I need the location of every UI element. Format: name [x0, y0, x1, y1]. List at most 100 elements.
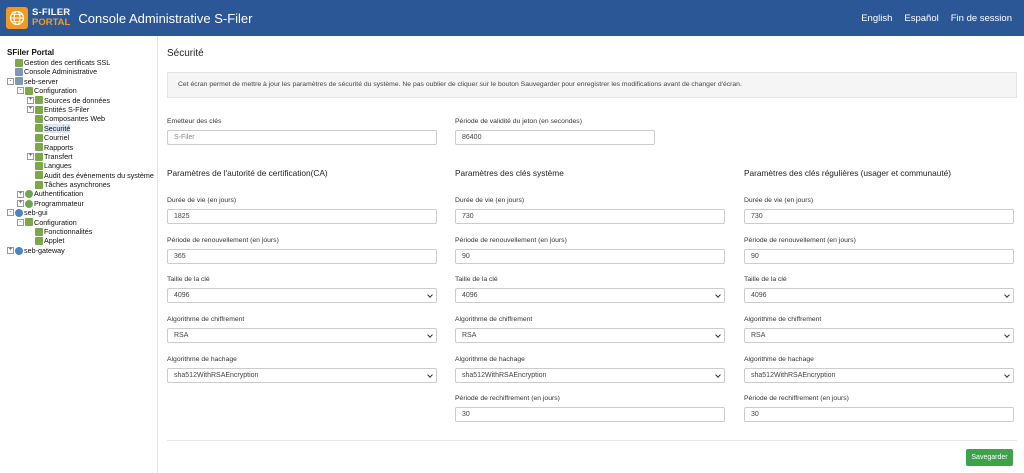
page-icon [35, 180, 43, 189]
hash-label: Algorithme de hachage [167, 356, 237, 363]
tree-node[interactable]: - Configuration [0, 86, 157, 95]
tree-node-label: Configuration [34, 217, 77, 227]
tree-node-label: seb-server [24, 76, 58, 86]
tree-node-label: Entités S-Filer [44, 104, 90, 114]
app-logo[interactable]: S-FILER PORTAL [6, 7, 70, 29]
tree-node-label: Securité [44, 123, 71, 134]
collapse-toggle-icon[interactable]: - [7, 209, 14, 217]
keysize-select[interactable]: 4096 [167, 288, 437, 303]
keysize-select[interactable]: 4096 [455, 288, 725, 303]
tree-node-label: Langues [44, 161, 72, 171]
tree-node[interactable]: + Authentification [0, 189, 157, 198]
top-navbar: S-FILER PORTAL Console Administrative S-… [0, 0, 1024, 36]
tree-nodes: Gestion des certificats SSL Console Admin… [0, 58, 157, 255]
tree-node-label: Console Administrative [24, 67, 98, 77]
tree-node[interactable]: Composantes Web [0, 114, 157, 123]
tree-node-label: Transfert [44, 151, 73, 161]
collapse-toggle-icon[interactable]: - [7, 77, 14, 85]
tree-node[interactable]: - seb-server [0, 77, 157, 86]
expand-toggle-icon[interactable]: + [17, 190, 24, 198]
tree-node[interactable]: Fonctionnalités [0, 227, 157, 236]
tree-node[interactable]: + Transfert [0, 152, 157, 161]
reencrypt-input[interactable]: 30 [744, 407, 1014, 422]
expand-toggle-icon[interactable]: + [27, 153, 34, 161]
lifetime-input[interactable]: 1825 [167, 209, 437, 224]
page-icon [35, 133, 43, 142]
tree-node[interactable]: - seb-gui [0, 208, 157, 217]
cipher-select[interactable]: RSA [744, 328, 1014, 343]
keysize-label: Taille de la clé [455, 276, 498, 283]
page-icon [35, 143, 43, 152]
lang-english-link[interactable]: English [861, 13, 892, 24]
page-icon [25, 86, 33, 95]
collapse-toggle-icon[interactable]: - [17, 87, 24, 95]
expand-toggle-icon[interactable]: + [27, 96, 34, 104]
tree-node[interactable]: Langues [0, 161, 157, 170]
cipher-label: Algorithme de chiffrement [167, 316, 245, 323]
renew-input[interactable]: 90 [455, 249, 725, 264]
issuer-input[interactable]: S-Filer [167, 130, 437, 145]
tree-node[interactable]: Tâches asynchrones [0, 180, 157, 189]
tree-node[interactable]: Audit des évènements du système [0, 171, 157, 180]
hash-label: Algorithme de hachage [455, 356, 525, 363]
section-title: Paramètres des clés système [455, 168, 564, 178]
tree-node-label: Sources de données [44, 95, 110, 105]
page-icon [35, 171, 43, 180]
tree-node[interactable]: Console Administrative [0, 67, 157, 76]
sidebar-tree: SFiler Portal Gestion des certificats SS… [0, 36, 158, 473]
tree-node[interactable]: Securité [0, 123, 157, 134]
save-button[interactable]: Savegarder [966, 449, 1013, 466]
logout-link[interactable]: Fin de session [951, 13, 1012, 24]
page-icon [35, 115, 43, 124]
reencrypt-input[interactable]: 30 [455, 407, 725, 422]
expand-toggle-icon[interactable]: + [17, 200, 24, 208]
hash-select[interactable]: sha512WithRSAEncryption [455, 368, 725, 383]
renew-input[interactable]: 90 [744, 249, 1014, 264]
lang-espanol-link[interactable]: Español [904, 13, 938, 24]
keysize-select[interactable]: 4096 [744, 288, 1014, 303]
hash-select[interactable]: sha512WithRSAEncryption [167, 368, 437, 383]
section-title: Paramètres des clés régulières (usager e… [744, 168, 952, 178]
tree-node[interactable]: Courriel [0, 133, 157, 142]
tree-node[interactable]: Applet [0, 236, 157, 245]
logo-line-2: PORTAL [32, 17, 71, 28]
tree-node[interactable]: Rapports [0, 143, 157, 152]
cipher-select[interactable]: RSA [167, 328, 437, 343]
tree-node[interactable]: + Programmateur [0, 199, 157, 208]
renew-label: Période de renouvellement (en jours) [455, 237, 567, 244]
token-validity-input[interactable]: 86400 [455, 130, 655, 145]
hash-select[interactable]: sha512WithRSAEncryption [744, 368, 1014, 383]
tree-node[interactable]: - Configuration [0, 218, 157, 227]
logo-text: S-FILER PORTAL [32, 8, 70, 28]
tree-node[interactable]: + Entités S-Filer [0, 105, 157, 114]
page-title: Sécurité [167, 48, 204, 59]
tree-node-label: Rapports [44, 142, 74, 152]
tree-node[interactable]: + Sources de données [0, 96, 157, 105]
issuer-label: Emetteur des clés [167, 118, 222, 125]
expand-toggle-icon[interactable]: + [7, 247, 14, 254]
expand-toggle-icon[interactable]: + [27, 106, 34, 114]
lifetime-input[interactable]: 730 [744, 209, 1014, 224]
page-icon [35, 152, 43, 161]
tree-root[interactable]: SFiler Portal [0, 48, 157, 57]
page-icon [35, 161, 43, 170]
gear-icon [25, 199, 33, 208]
info-message: Cet écran permet de mettre à jour les pa… [167, 72, 1017, 98]
tree-node[interactable]: + seb-gateway [0, 246, 157, 255]
collapse-toggle-icon[interactable]: - [17, 218, 24, 226]
main-content: Sécurité Cet écran permet de mettre à jo… [158, 36, 1024, 473]
renew-input[interactable]: 365 [167, 249, 437, 264]
lifetime-input[interactable]: 730 [455, 209, 725, 224]
tree-node-label: Fonctionnalités [44, 227, 93, 237]
cipher-label: Algorithme de chiffrement [455, 316, 533, 323]
renew-label: Période de renouvellement (en jours) [167, 237, 279, 244]
cipher-select[interactable]: RSA [455, 328, 725, 343]
tree-node[interactable]: Gestion des certificats SSL [0, 58, 157, 67]
